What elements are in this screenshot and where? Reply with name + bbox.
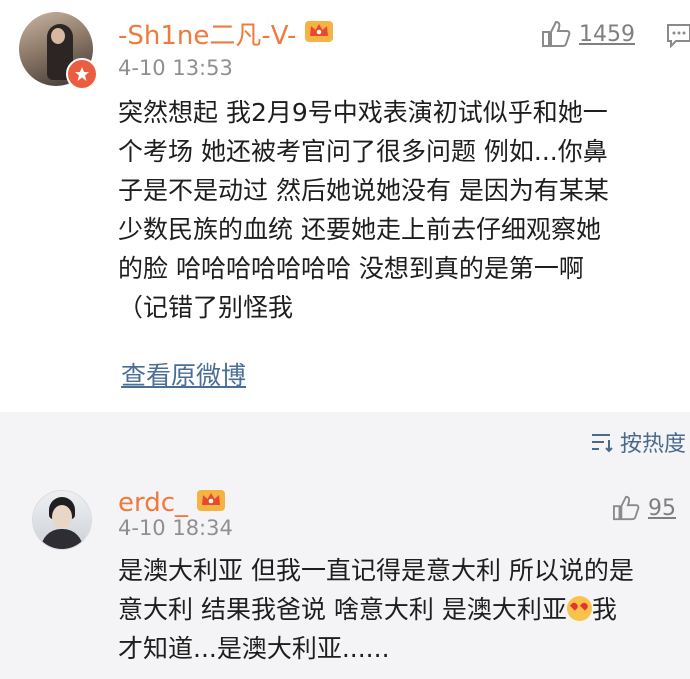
like-button[interactable]: 1459 bbox=[541, 20, 635, 48]
heart-eyes-emoji bbox=[566, 596, 592, 621]
section-divider bbox=[0, 412, 690, 472]
reply-like-button[interactable]: 95 bbox=[612, 495, 676, 521]
sort-by-hot-button[interactable]: 按热度 bbox=[590, 426, 686, 458]
comment-text: 突然想起 我2月9号中戏表演初试似乎和她一 个考场 她还被考官问了很多问题 例如… bbox=[118, 98, 609, 322]
reply-text: 是澳大利亚 但我一直记得是意大利 所以说的是 意大利 结果我爸说 啥意大利 是澳… bbox=[118, 556, 634, 663]
thumbs-up-icon bbox=[613, 495, 640, 521]
thumbs-up-icon bbox=[542, 20, 571, 47]
reply-like-count[interactable]: 95 bbox=[648, 496, 676, 521]
username[interactable]: -Sh1ne二凡-V- bbox=[118, 15, 334, 52]
reply-timestamp: 4-10 18:34 bbox=[118, 516, 233, 540]
reply-username[interactable]: erdc_ bbox=[118, 486, 226, 519]
comment-timestamp: 4-10 13:53 bbox=[118, 56, 233, 80]
verified-icon bbox=[66, 58, 98, 90]
crown-icon bbox=[196, 486, 226, 519]
reply-user-avatar[interactable] bbox=[32, 490, 92, 550]
like-count[interactable]: 1459 bbox=[579, 22, 635, 47]
sort-icon bbox=[591, 434, 613, 453]
view-original-link[interactable]: 查看原微博 bbox=[121, 356, 246, 392]
comment-icon[interactable] bbox=[666, 22, 690, 52]
crown-icon bbox=[304, 17, 334, 50]
